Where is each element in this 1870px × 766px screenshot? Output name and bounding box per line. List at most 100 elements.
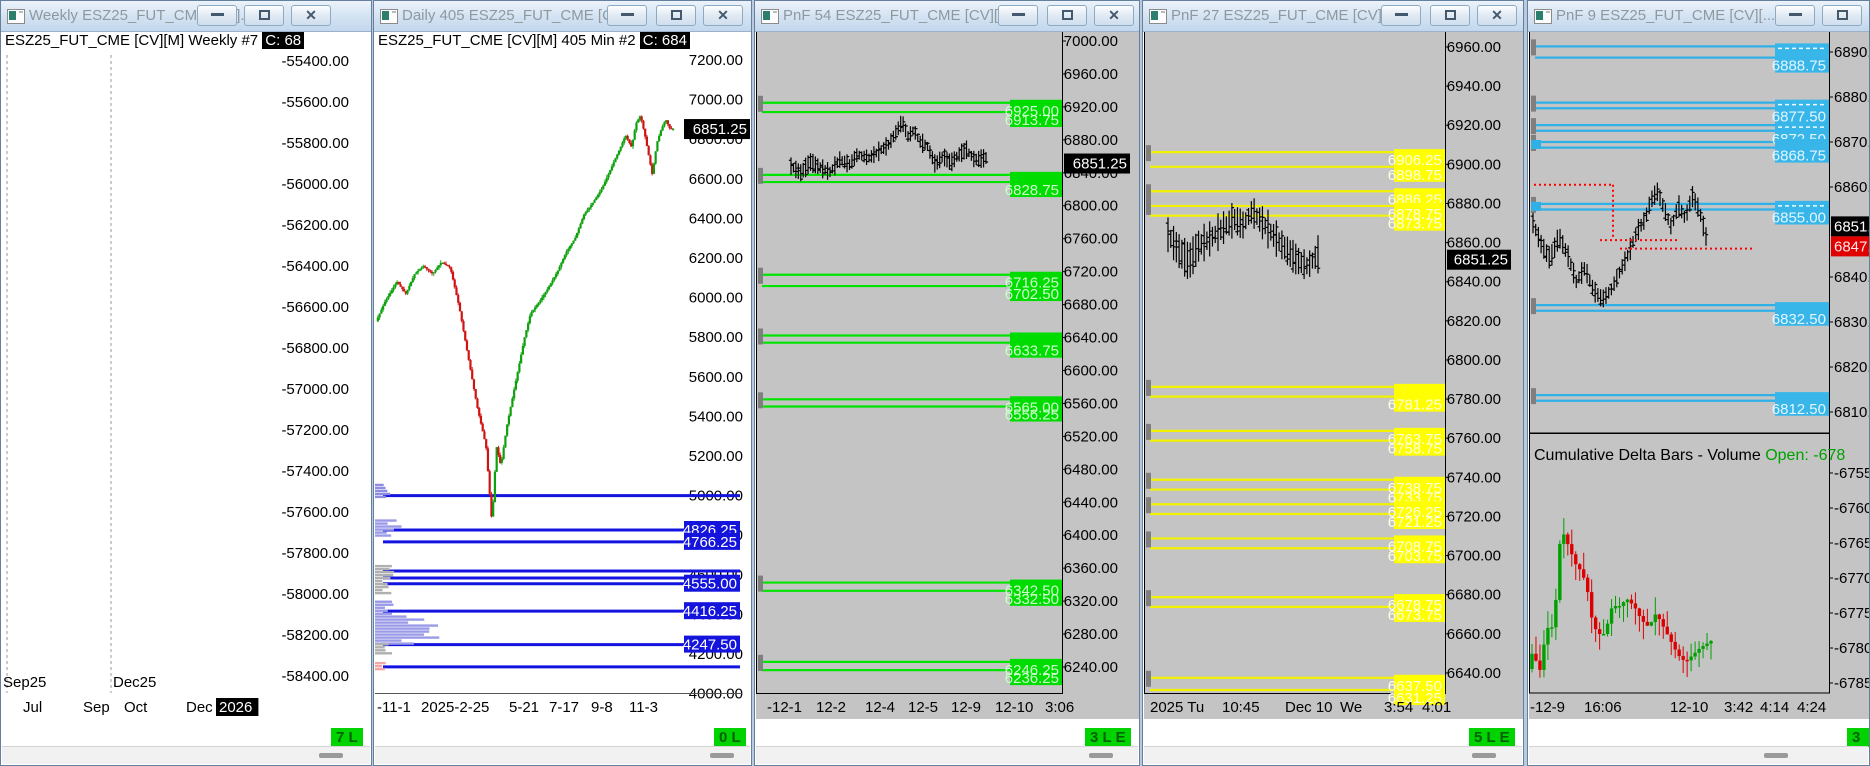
svg-text:6660.00: 6660.00 [1447, 626, 1501, 643]
svg-text:6855.00: 6855.00 [1772, 210, 1826, 227]
scrollbar-thumb[interactable] [1472, 753, 1496, 758]
horizontal-scrollbar[interactable] [2, 746, 370, 764]
svg-text:6800.00: 6800.00 [1447, 352, 1501, 369]
svg-text:6758.75: 6758.75 [1388, 441, 1442, 458]
svg-text:6000.00: 6000.00 [689, 290, 743, 307]
svg-text:-57000.00: -57000.00 [281, 381, 349, 398]
svg-text:5800.00: 5800.00 [689, 329, 743, 346]
minimize-button[interactable] [1775, 5, 1815, 26]
close-button[interactable]: ✕ [703, 5, 743, 26]
svg-text:6898.75: 6898.75 [1388, 167, 1442, 184]
svg-text:4:01: 4:01 [1422, 699, 1451, 716]
svg-text:6280.00: 6280.00 [1064, 626, 1118, 643]
chart-canvas[interactable]: Point & Figure Chart 0.25x27 ESZ25_FUT_C… [1143, 1, 1524, 737]
svg-text:6721.25: 6721.25 [1388, 514, 1442, 531]
svg-text:6868.75: 6868.75 [1772, 148, 1826, 165]
svg-text:-6775: -6775 [1834, 605, 1870, 622]
scrollbar-thumb[interactable] [710, 753, 734, 758]
horizontal-scrollbar[interactable] [1144, 746, 1522, 764]
svg-text:-55400.00: -55400.00 [281, 53, 349, 70]
chart-status-badge: 7 L [331, 728, 363, 747]
maximize-icon [1061, 10, 1073, 20]
close-price-badge: C: 68 [262, 32, 305, 49]
svg-text:12-2: 12-2 [816, 699, 846, 716]
scrollbar-thumb[interactable] [1764, 753, 1788, 758]
svg-text:-58400.00: -58400.00 [281, 668, 349, 685]
horizontal-scrollbar[interactable] [375, 746, 750, 764]
svg-text:6920.00: 6920.00 [1447, 117, 1501, 134]
maximize-icon [1836, 10, 1848, 20]
close-button[interactable]: ✕ [291, 5, 331, 26]
chart-canvas[interactable]: 7200.007000.006800.006600.006400.006200.… [374, 1, 752, 737]
minimize-button[interactable] [1381, 5, 1421, 26]
minimize-icon [210, 13, 224, 16]
svg-text:-58200.00: -58200.00 [281, 627, 349, 644]
svg-text:6820.0: 6820.0 [1834, 359, 1870, 376]
minimize-button[interactable] [998, 5, 1038, 26]
titlebar[interactable]: PnF 54 ESZ25_FUT_CME [CV][... ✕ [755, 1, 1139, 32]
svg-text:4000.00: 4000.00 [689, 686, 743, 703]
maximize-button[interactable] [656, 5, 696, 26]
svg-text:-11-1: -11-1 [377, 699, 411, 716]
svg-text:6873.75: 6873.75 [1388, 216, 1442, 233]
chart-status-badge: 5 L E [1469, 728, 1515, 747]
svg-text:6680.00: 6680.00 [1064, 297, 1118, 314]
svg-text:4555.00: 4555.00 [683, 576, 737, 593]
maximize-button[interactable] [1430, 5, 1470, 26]
svg-text:6860.00: 6860.00 [1447, 235, 1501, 252]
maximize-button[interactable] [244, 5, 284, 26]
maximize-button[interactable] [1822, 5, 1862, 26]
svg-text:-57400.00: -57400.00 [281, 463, 349, 480]
svg-text:6880.00: 6880.00 [1447, 195, 1501, 212]
titlebar[interactable]: PnF 9 ESZ25_FUT_CME [CV][... ✕ [1528, 1, 1869, 32]
chart-window-pnf-27: Point & Figure Chart 0.25x27 ESZ25_FUT_C… [1142, 0, 1524, 766]
chart-canvas[interactable]: -55400.00 -55600.00 -55800.00 -56000.00 -562… [1, 1, 372, 737]
chart-window-daily-405: 7200.00 7000.00 6800.00 6600.00 6400.00 6200.… [373, 0, 752, 766]
svg-text:6600.00: 6600.00 [689, 171, 743, 188]
svg-text:6880.00: 6880.00 [1064, 132, 1118, 149]
svg-text:Dec: Dec [186, 699, 213, 716]
scrollbar-thumb[interactable] [319, 753, 343, 758]
svg-text:12-10: 12-10 [1670, 699, 1708, 716]
svg-text:2025-2-25: 2025-2-25 [421, 699, 489, 716]
svg-text:-58000.00: -58000.00 [281, 586, 349, 603]
svg-text:-6785: -6785 [1834, 675, 1870, 692]
maximize-icon [670, 10, 682, 20]
svg-text:6860.0: 6860.0 [1834, 179, 1870, 196]
svg-text:Sep: Sep [83, 699, 110, 716]
svg-text:6760.00: 6760.00 [1064, 231, 1118, 248]
symbol-header: ESZ25_FUT_CME [CV][M] Weekly #7 C: 68 [2, 32, 370, 53]
price-label-red: 6847.0 [1831, 236, 1869, 257]
scrollbar-thumb[interactable] [1089, 753, 1113, 758]
svg-text:12-4: 12-4 [865, 699, 895, 716]
svg-text:6810.0: 6810.0 [1834, 404, 1870, 421]
svg-text:12-10: 12-10 [995, 699, 1033, 716]
svg-text:6960.00: 6960.00 [1064, 66, 1118, 83]
titlebar[interactable]: PnF 27 ESZ25_FUT_CME [CV][... ✕ [1143, 1, 1523, 32]
svg-text:6600.00: 6600.00 [1064, 362, 1118, 379]
svg-text:6920.00: 6920.00 [1064, 99, 1118, 116]
svg-text:4:24: 4:24 [1797, 699, 1826, 716]
svg-text:5600.00: 5600.00 [689, 369, 743, 386]
svg-text:4766.25: 4766.25 [683, 534, 737, 551]
close-button[interactable]: ✕ [1477, 5, 1517, 26]
minimize-button[interactable] [197, 5, 237, 26]
svg-text:6851.25: 6851.25 [1073, 156, 1127, 173]
maximize-button[interactable] [1047, 5, 1087, 26]
maximize-icon [258, 10, 270, 20]
svg-text:6720.00: 6720.00 [1064, 264, 1118, 281]
horizontal-scrollbar[interactable] [756, 746, 1138, 764]
chart-canvas[interactable]: Point & Figure Chart 0.5x27 ESZ25_FUT_CM… [755, 1, 1140, 737]
chart-canvas[interactable]: Point & Figure Chart 0.25x9 ESZ25_FUT_CM… [1528, 1, 1870, 737]
minimize-button[interactable] [607, 5, 647, 26]
svg-text:6440.00: 6440.00 [1064, 494, 1118, 511]
close-button[interactable]: ✕ [1094, 5, 1134, 26]
svg-text:-6760: -6760 [1834, 500, 1870, 517]
price-label: 6851.25 [1447, 249, 1511, 270]
horizontal-scrollbar[interactable] [1529, 746, 1868, 764]
titlebar[interactable]: Weekly ESZ25_FUT_CME [CV]... ✕ [1, 1, 371, 32]
svg-text:-12-1: -12-1 [767, 699, 802, 716]
svg-text:6830.0: 6830.0 [1834, 314, 1870, 331]
titlebar[interactable]: Daily 405 ESZ25_FUT_CME [C... ✕ [374, 1, 751, 32]
svg-text:6840.00: 6840.00 [1447, 274, 1501, 291]
